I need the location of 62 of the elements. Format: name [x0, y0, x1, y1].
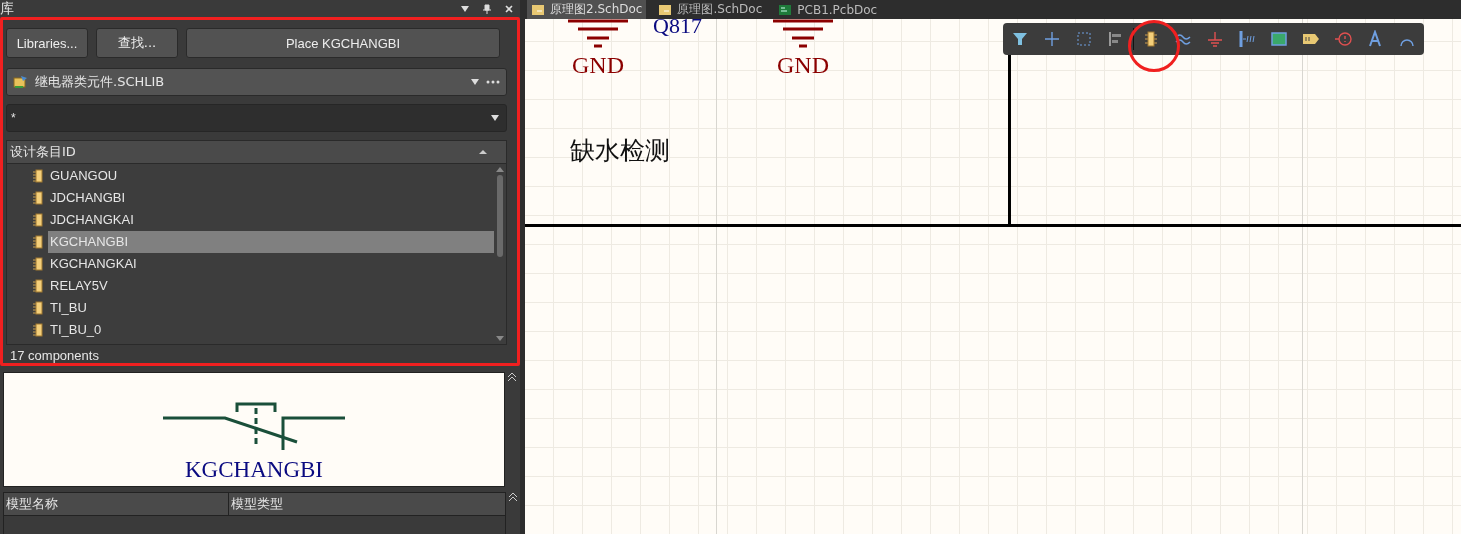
net-label: GND: [776, 52, 830, 78]
text-label: 缺水检测: [570, 136, 670, 166]
highlight-circle: [1128, 20, 1180, 72]
ground-symbol: [771, 19, 835, 49]
column-header[interactable]: 设计条目ID: [7, 141, 506, 164]
component-item[interactable]: TI_BU: [48, 297, 494, 319]
scroll-up-icon: [496, 167, 504, 172]
search-button[interactable]: 查找...: [96, 28, 178, 58]
document-tab[interactable]: PCB1.PcbDoc: [774, 0, 882, 19]
board-icon: [778, 3, 793, 16]
filter-dropdown[interactable]: *: [6, 104, 507, 132]
component-item[interactable]: JDCHANGKAI: [48, 209, 494, 231]
document-icon: [658, 3, 673, 16]
document-tab[interactable]: 原理图2.SchDoc: [527, 0, 647, 19]
sort-icon: [478, 149, 488, 155]
designator-label: Q817: [653, 19, 702, 37]
component-count: 17 components: [9, 347, 100, 365]
ground-icon[interactable]: [1206, 30, 1224, 48]
collapse-icon: [508, 492, 518, 502]
sheet-symbol-icon[interactable]: [1270, 30, 1288, 48]
library-icon: [13, 75, 29, 89]
port-icon[interactable]: [1238, 30, 1256, 48]
scroll-down-icon: [496, 336, 504, 341]
pin-icon: [482, 3, 492, 14]
close-icon: [504, 3, 514, 14]
document-icon: [531, 3, 545, 16]
crosshair-icon[interactable]: [1043, 30, 1061, 48]
place-button[interactable]: Place KGCHANGBI: [186, 28, 500, 58]
scroll-thumb[interactable]: [497, 175, 503, 257]
ground-symbol: [566, 19, 630, 49]
net-label: GND: [571, 52, 625, 78]
text-icon[interactable]: [1366, 30, 1384, 48]
filter-icon[interactable]: [1011, 30, 1029, 48]
component-name: KGCHANGBI: [185, 458, 323, 482]
more-icon: [486, 80, 500, 84]
component-item[interactable]: KGCHANGKAI: [48, 253, 494, 275]
component-icon: [31, 169, 45, 183]
library-dropdown[interactable]: 继电器类元件.SCHLIB: [6, 68, 507, 96]
caret-icon: [490, 114, 500, 122]
component-item[interactable]: GUANGOU: [48, 165, 494, 187]
select-rect-icon[interactable]: [1075, 30, 1093, 48]
component-icon: [31, 257, 45, 271]
probe-icon[interactable]: [1334, 30, 1352, 48]
document-tab[interactable]: 原理图.SchDoc: [654, 0, 767, 19]
component-icon: [31, 279, 45, 293]
column-header[interactable]: 模型名称: [4, 493, 229, 515]
libraries-button[interactable]: Libraries...: [6, 28, 88, 58]
dropdown-icon: [460, 3, 470, 14]
column-header[interactable]: 模型类型: [229, 493, 283, 515]
component-item[interactable]: RELAY5V: [48, 275, 494, 297]
component-icon: [31, 191, 45, 205]
component-icon: [31, 235, 45, 249]
component-icon[interactable]: [1142, 30, 1160, 48]
collapse-icon: [507, 372, 517, 382]
scrollbar[interactable]: [494, 164, 506, 344]
component-icon: [31, 323, 45, 337]
component-icon: [31, 301, 45, 315]
component-icon: [31, 213, 45, 227]
panel-title: 库: [0, 0, 14, 18]
component-item[interactable]: JDCHANGBI: [48, 187, 494, 209]
caret-icon: [470, 78, 480, 86]
component-item[interactable]: TI_BU_0: [48, 319, 494, 341]
